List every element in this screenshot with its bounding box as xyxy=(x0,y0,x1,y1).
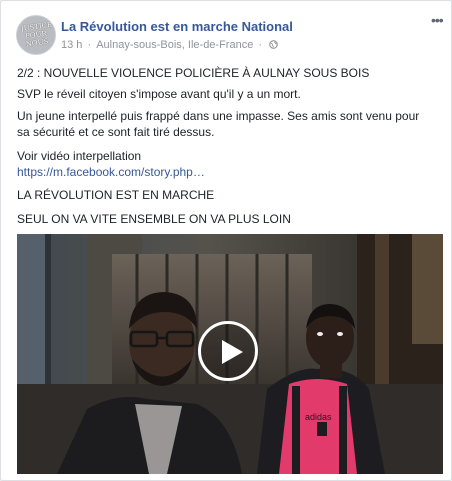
post-line-slogan-1: LA RÉVOLUTION EST EN MARCHE xyxy=(17,188,215,202)
post-line-plea: SVP le réveil citoyen s'impose avant qu'… xyxy=(17,87,301,101)
page-name-link[interactable]: La Révolution est en marche National xyxy=(61,19,293,34)
video-player[interactable]: adidas xyxy=(17,234,443,474)
post-line-story-1: Un jeune interpellé puis frappé dans une… xyxy=(17,109,420,123)
more-options-icon[interactable]: ••• xyxy=(431,13,447,27)
story-link[interactable]: https://m.facebook.com/story.php… xyxy=(17,165,205,179)
post-line-video-label: Voir vidéo interpellation xyxy=(17,149,142,163)
globe-icon[interactable] xyxy=(269,40,278,49)
post-card: JUSTICE POUR NOUS La Révolution est en m… xyxy=(0,0,452,481)
post-meta: 13 h · Aulnay-sous-Bois, Ile-de-France · xyxy=(61,39,278,51)
post-location[interactable]: Aulnay-sous-Bois, Ile-de-France xyxy=(96,39,253,51)
jersey-logo: adidas xyxy=(305,412,332,422)
avatar-text: JUSTICE POUR NOUS xyxy=(20,20,53,49)
post-line-story-2: sa sécurité et ce sont fait tiré dessus. xyxy=(17,125,215,139)
page-avatar[interactable]: JUSTICE POUR NOUS xyxy=(16,15,56,55)
post-line-headline: 2/2 : NOUVELLE VIOLENCE POLICIÈRE À AULN… xyxy=(17,66,370,80)
post-timestamp[interactable]: 13 h xyxy=(61,39,82,51)
play-icon[interactable] xyxy=(198,321,258,381)
post-line-slogan-2: SEUL ON VA VITE ENSEMBLE ON VA PLUS LOIN xyxy=(17,212,291,226)
